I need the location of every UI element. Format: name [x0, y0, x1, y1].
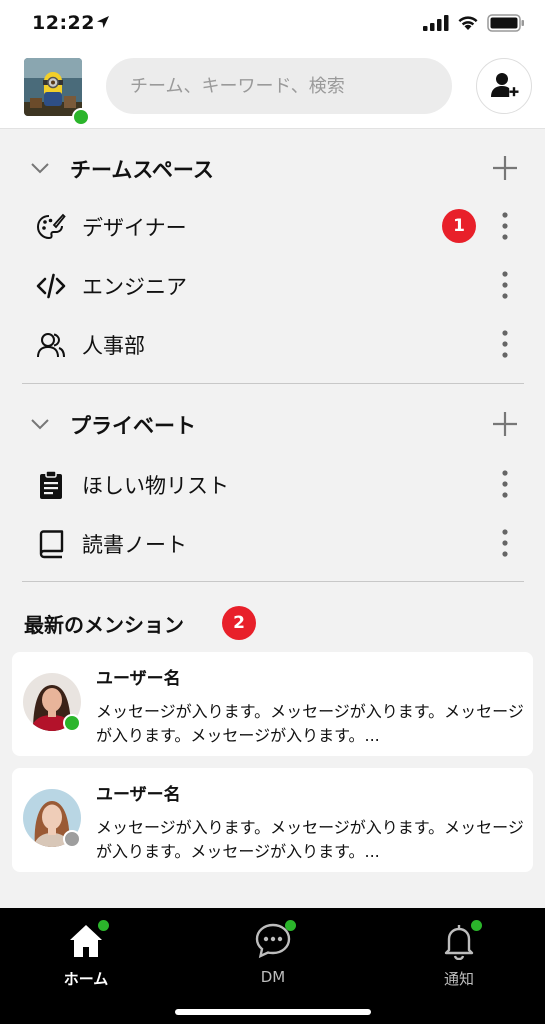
mention-message: メッセージが入ります。メッセージが入ります。メッセージが入ります。メッセージが入…	[96, 702, 524, 745]
team-avatar-image	[24, 58, 82, 116]
tab-notifications[interactable]: 通知	[399, 920, 519, 992]
team-item-hr[interactable]: 人事部	[0, 316, 545, 372]
wifi-icon	[458, 16, 478, 30]
users-icon	[37, 333, 65, 358]
more-vertical-icon[interactable]	[498, 468, 512, 500]
app-header	[0, 48, 545, 129]
tab-home[interactable]: ホーム	[26, 920, 146, 992]
signal-icon	[423, 15, 449, 31]
more-vertical-icon[interactable]	[498, 269, 512, 301]
user-online-indicator	[63, 714, 81, 732]
mentions-title: 最新のメンション	[24, 613, 184, 637]
private-item-label: ほしい物リスト	[82, 474, 229, 498]
mention-card[interactable]: ユーザー名 メッセージが入ります。メッセージが入ります。メッセージが入ります。メ…	[12, 652, 533, 756]
team-avatar[interactable]	[24, 58, 82, 116]
mention-card[interactable]: ユーザー名 メッセージが入ります。メッセージが入ります。メッセージが入ります。メ…	[12, 768, 533, 872]
team-item-designer[interactable]: デザイナー 1	[0, 198, 545, 254]
private-item-reading-notes[interactable]: 読書ノート	[0, 515, 545, 571]
team-item-label: エンジニア	[82, 275, 187, 299]
section-divider	[22, 383, 524, 384]
tab-notifications-label: 通知	[443, 970, 474, 988]
chevron-down-icon[interactable]	[30, 158, 50, 178]
team-space-header[interactable]: チームスペース	[0, 146, 545, 190]
location-arrow-icon	[97, 16, 109, 28]
status-icons	[423, 14, 525, 32]
book-icon	[39, 530, 64, 559]
search-bar[interactable]	[106, 58, 452, 114]
add-user-icon	[491, 73, 519, 97]
mention-message: メッセージが入ります。メッセージが入ります。メッセージが入ります。メッセージが入…	[96, 818, 524, 861]
tab-home-indicator	[98, 920, 109, 931]
add-private-icon[interactable]	[492, 411, 518, 437]
section-title-private: プライベート	[70, 414, 196, 438]
tab-home-label: ホーム	[63, 970, 109, 988]
mentions-badge: 2	[222, 606, 256, 640]
more-vertical-icon[interactable]	[498, 328, 512, 360]
private-item-label: 読書ノート	[82, 533, 187, 557]
search-input[interactable]	[128, 74, 432, 98]
code-icon	[36, 273, 66, 299]
tab-dm-indicator	[285, 920, 296, 931]
team-item-label: 人事部	[82, 334, 145, 358]
tab-dm-label: DM	[260, 968, 286, 986]
battery-icon	[487, 14, 524, 32]
clipboard-icon	[40, 470, 62, 499]
unread-badge: 1	[442, 209, 476, 243]
private-item-wishlist[interactable]: ほしい物リスト	[0, 456, 545, 512]
team-online-indicator	[72, 108, 90, 126]
team-item-label: デザイナー	[82, 216, 187, 240]
user-offline-indicator	[63, 830, 81, 848]
tab-dm[interactable]: DM	[213, 920, 333, 992]
mention-username: ユーザー名	[96, 785, 181, 805]
section-title-team-space: チームスペース	[70, 158, 214, 182]
chevron-down-icon[interactable]	[30, 414, 50, 434]
palette-icon	[36, 213, 66, 240]
more-vertical-icon[interactable]	[498, 527, 512, 559]
tab-notifications-indicator	[471, 920, 482, 931]
add-team-space-icon[interactable]	[492, 155, 518, 181]
add-member-button[interactable]	[476, 58, 532, 114]
tab-bar: ホーム DM 通知	[0, 908, 545, 1024]
private-header[interactable]: プライベート	[0, 402, 545, 446]
status-time: 12:22	[32, 12, 95, 34]
home-indicator-bar	[175, 1009, 371, 1015]
status-bar: 12:22	[0, 0, 545, 48]
team-item-engineer[interactable]: エンジニア	[0, 257, 545, 313]
mention-username: ユーザー名	[96, 669, 181, 689]
more-vertical-icon[interactable]	[498, 210, 512, 242]
section-divider	[22, 581, 524, 582]
